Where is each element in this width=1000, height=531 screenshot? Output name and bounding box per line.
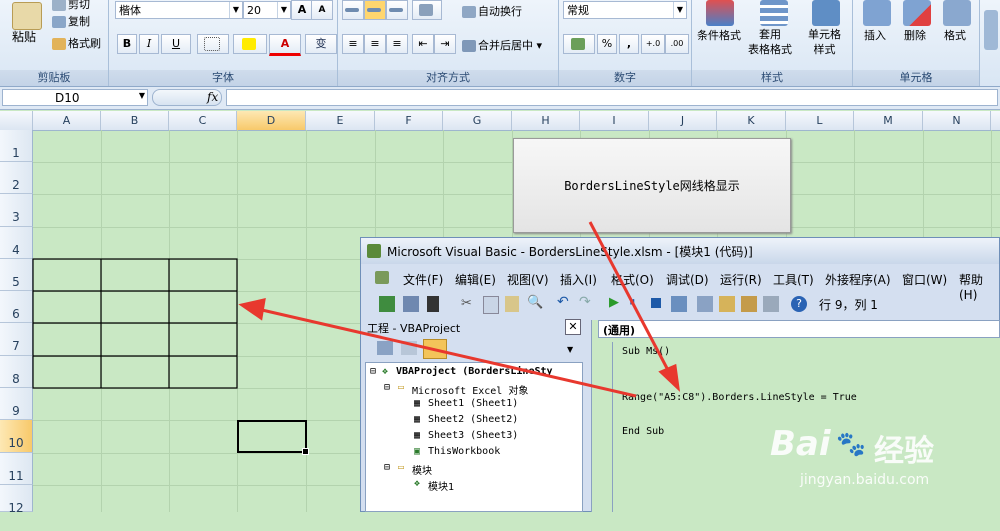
watermark-brand2: 经验	[874, 434, 934, 469]
arrow-head	[658, 363, 681, 392]
baidu-watermark: Bai 🐾 经验 jingyan.baidu.com	[770, 424, 998, 494]
watermark-brand: Bai	[770, 424, 831, 464]
paw-icon: 🐾	[836, 430, 866, 458]
arrow-code-to-range	[261, 308, 637, 398]
arrow-button-to-code	[588, 221, 672, 375]
arrow-head	[238, 298, 266, 321]
watermark-url: jingyan.baidu.com	[800, 472, 930, 488]
